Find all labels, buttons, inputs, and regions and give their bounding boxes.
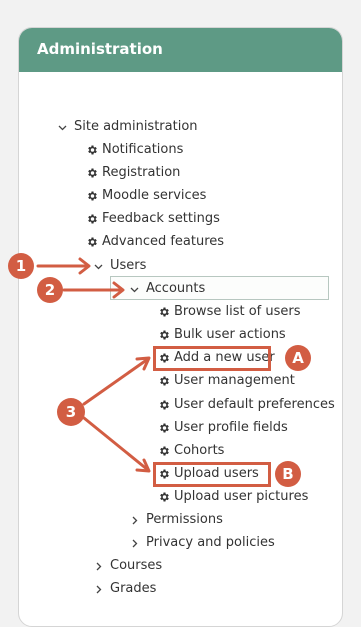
callout-arrows xyxy=(36,257,151,473)
step-marker-a: A xyxy=(285,345,311,371)
step-marker-1: 1 xyxy=(8,253,34,279)
arrow-3a-line xyxy=(82,357,150,406)
step-marker-b: B xyxy=(275,461,301,487)
arrow-3b-line xyxy=(82,416,150,472)
step-marker-2: 2 xyxy=(37,277,63,303)
step-marker-3: 3 xyxy=(57,398,85,426)
